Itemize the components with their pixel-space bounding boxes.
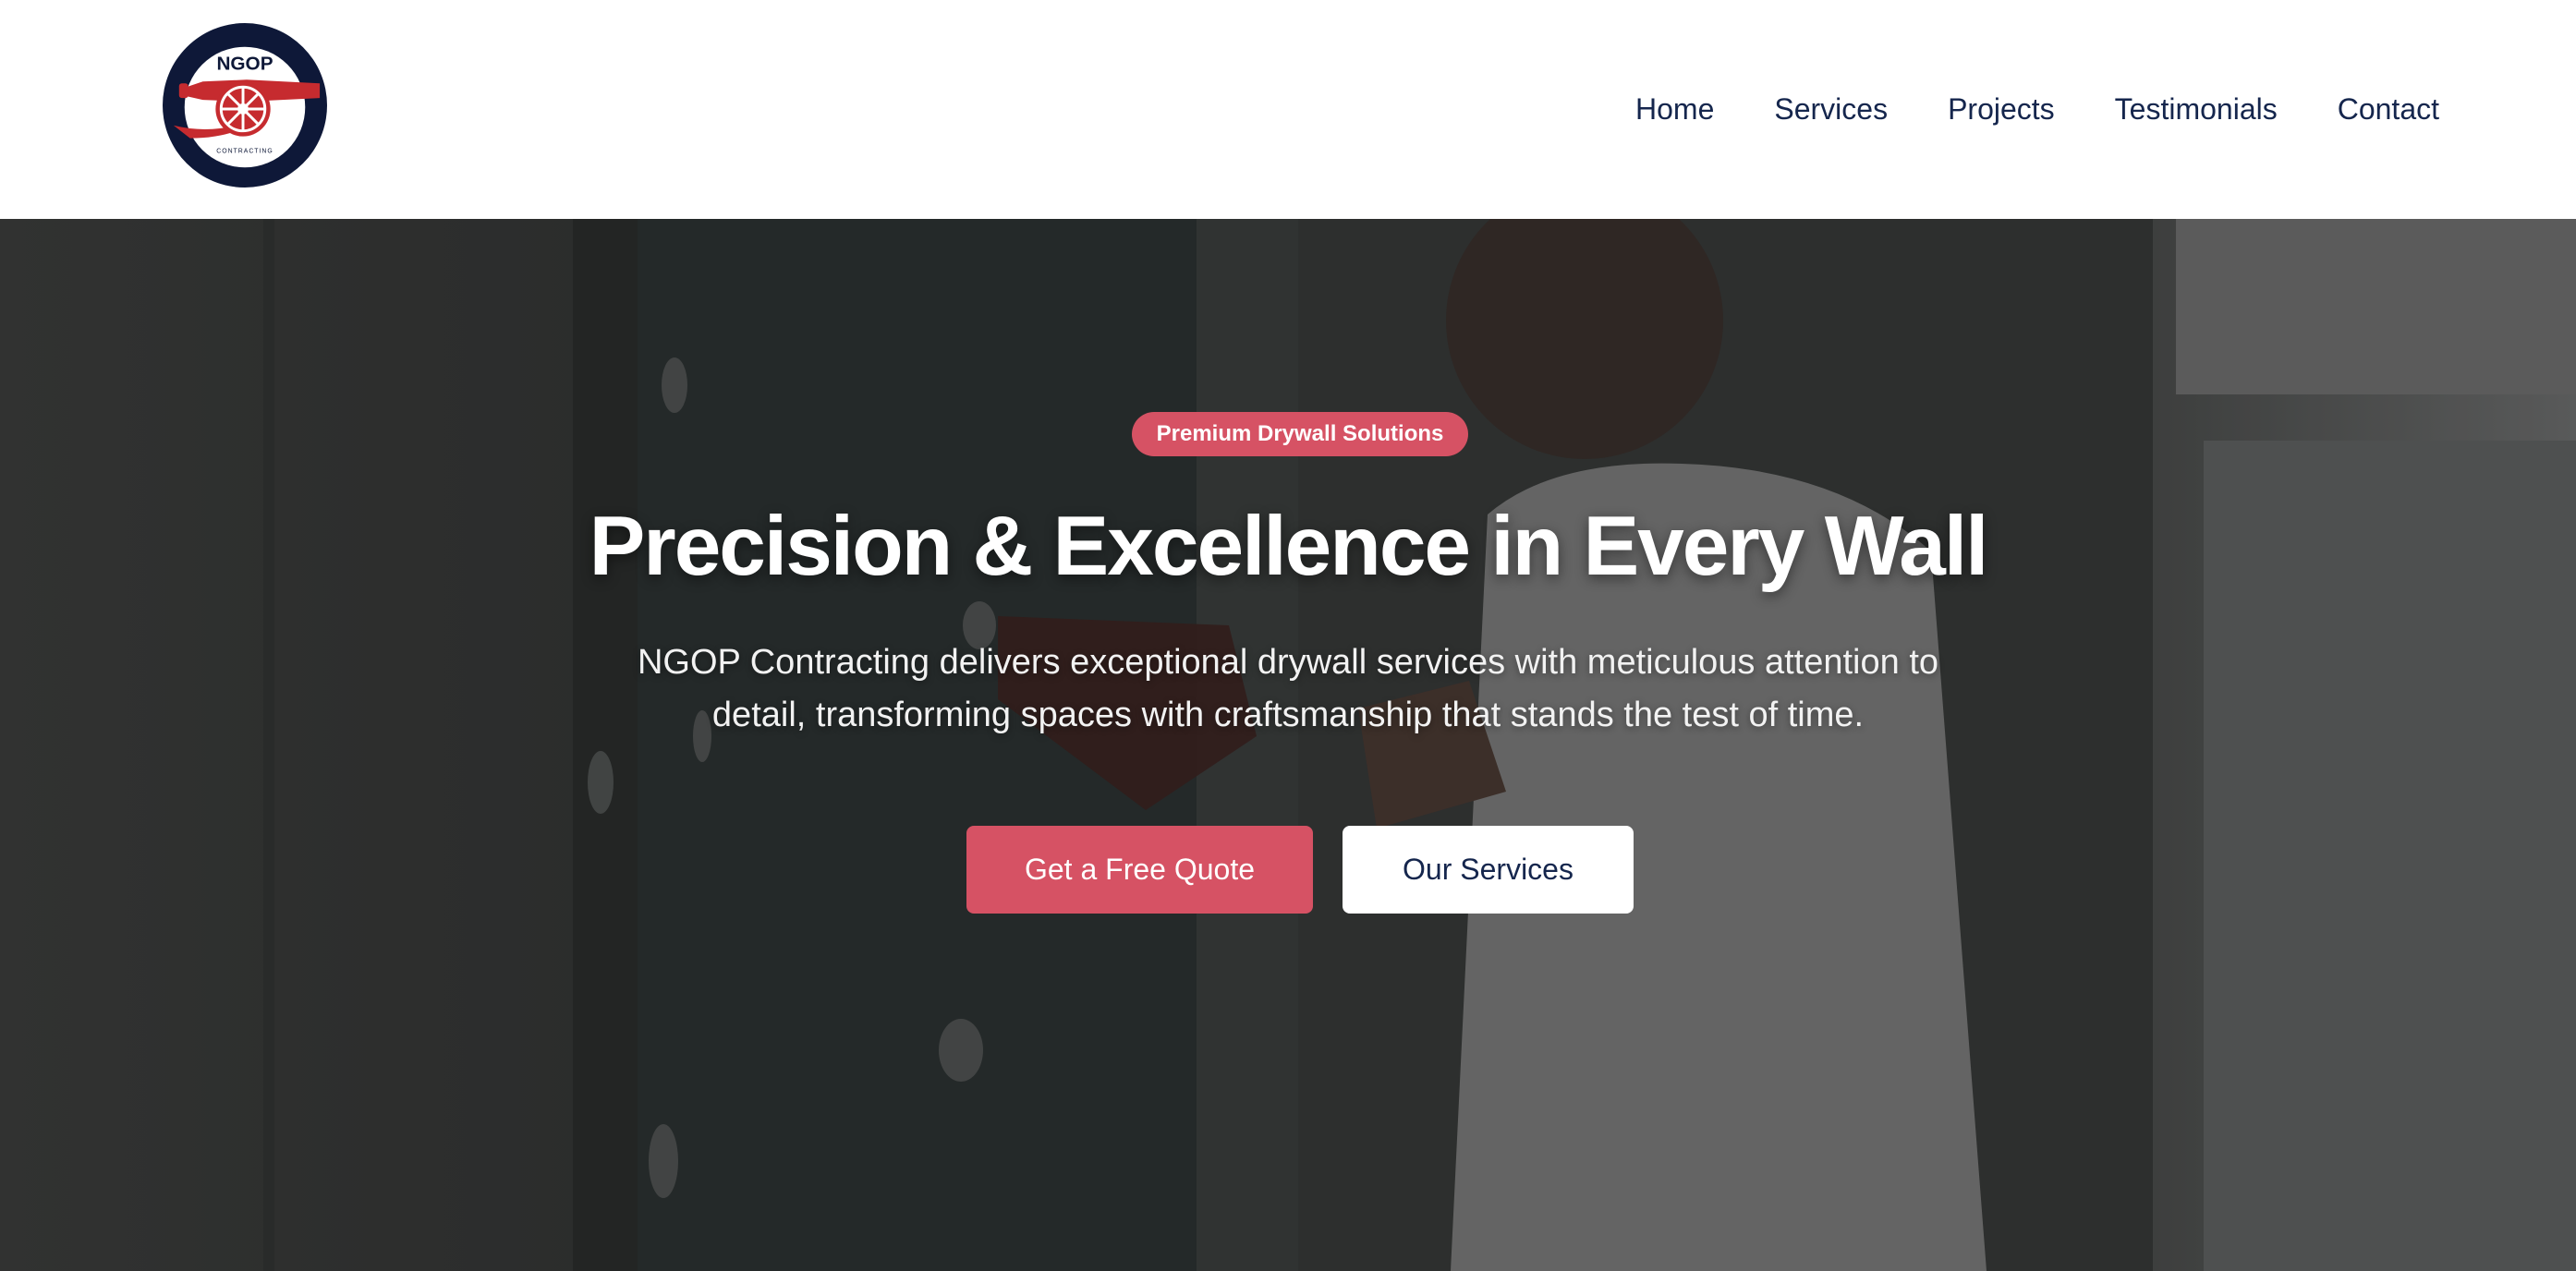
- main-nav: Home Services Projects Testimonials Cont…: [1635, 0, 2439, 219]
- hero-subtitle: NGOP Contracting delivers exceptional dr…: [637, 643, 1939, 734]
- ngop-logo[interactable]: NGOP CONTRACTING: [163, 23, 327, 188]
- our-services-button[interactable]: Our Services: [1343, 826, 1634, 914]
- logo-wordmark: NGOP: [216, 53, 273, 74]
- nav-services[interactable]: Services: [1774, 92, 1888, 127]
- logo-subtext: CONTRACTING: [216, 148, 273, 154]
- hero-badge: Premium Drywall Solutions: [1132, 412, 1468, 456]
- get-free-quote-button[interactable]: Get a Free Quote: [966, 826, 1313, 914]
- site-header: NGOP CONTRACTING Home Services Projects …: [0, 0, 2576, 219]
- nav-home[interactable]: Home: [1635, 92, 1714, 127]
- nav-contact[interactable]: Contact: [2338, 92, 2439, 127]
- nav-testimonials[interactable]: Testimonials: [2115, 92, 2278, 127]
- hero-content: Premium Drywall Solutions Precision & Ex…: [0, 219, 2576, 1271]
- hero-title: Precision & Excellence in Every Wall: [589, 500, 1989, 593]
- nav-projects[interactable]: Projects: [1948, 92, 2055, 127]
- hero-section: Premium Drywall Solutions Precision & Ex…: [0, 219, 2576, 1271]
